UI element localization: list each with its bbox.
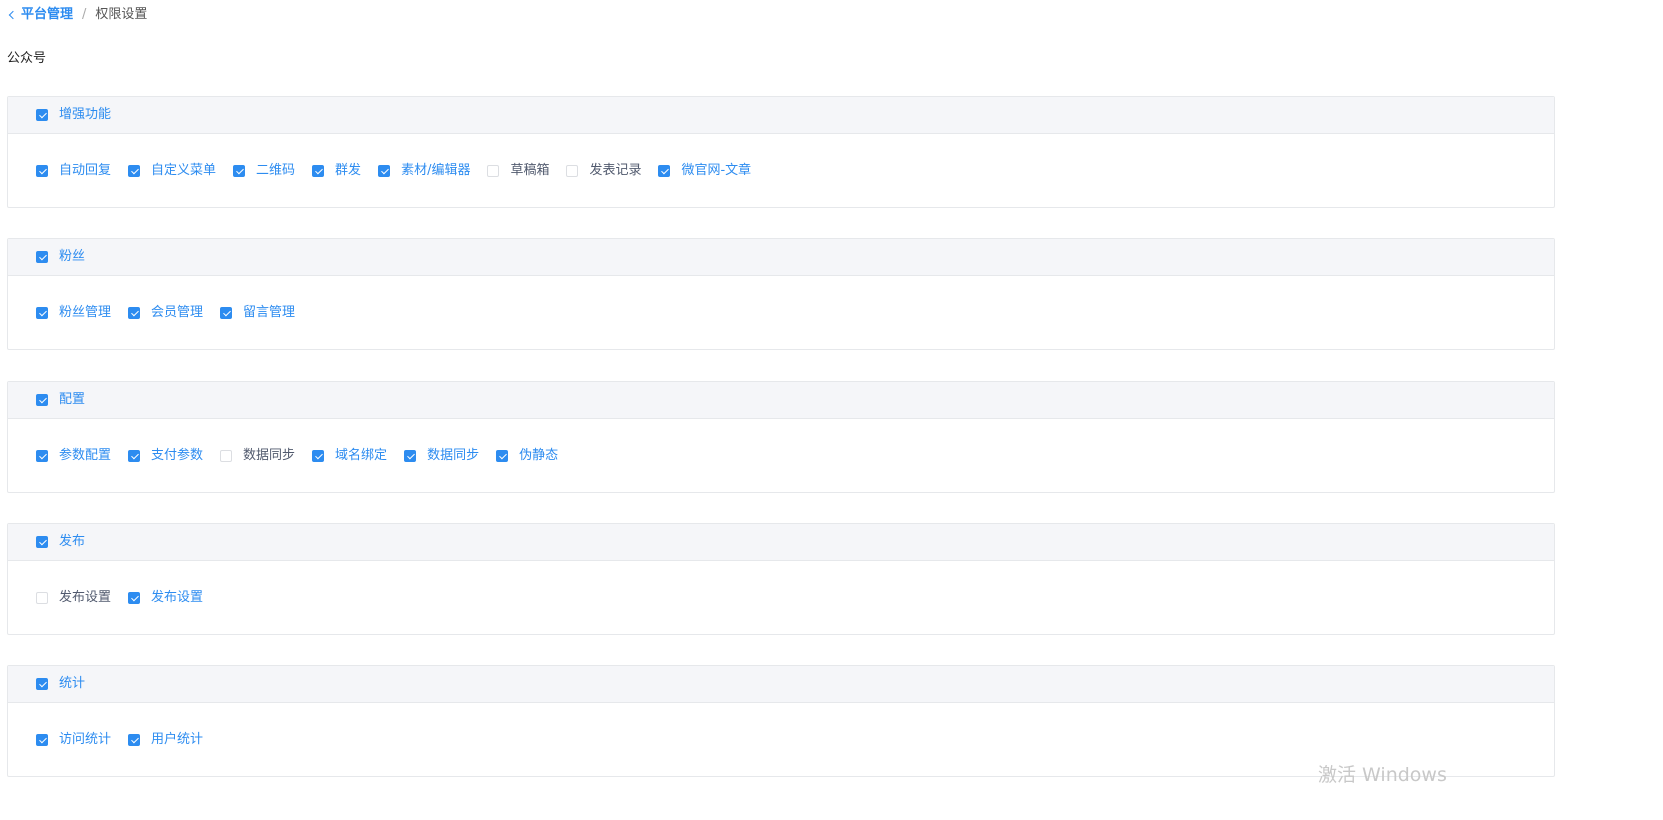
checkbox-label: 访问统计 xyxy=(59,732,112,747)
checkbox-checked[interactable] xyxy=(36,450,48,462)
checkbox-checked[interactable] xyxy=(36,536,48,548)
windows-activation-watermark: 激活 Windows xyxy=(1318,764,1447,786)
checkbox-checked[interactable] xyxy=(496,450,509,462)
permission-checkbox[interactable]: 草稿箱 xyxy=(487,162,549,180)
checkbox-unchecked[interactable] xyxy=(220,450,233,462)
breadcrumb: 平台管理 / 权限设置 xyxy=(8,6,147,24)
checkbox-checked[interactable] xyxy=(233,165,246,177)
permission-checkbox[interactable]: 群发 xyxy=(312,162,361,180)
permission-group-header: 粉丝 xyxy=(8,239,1554,276)
permission-checkbox[interactable]: 支付参数 xyxy=(128,447,203,465)
permission-group-header: 发布 xyxy=(8,524,1554,561)
permission-checkbox[interactable]: 自动回复 xyxy=(36,162,111,180)
permission-group-header: 统计 xyxy=(8,666,1554,703)
checkbox-label: 发布设置 xyxy=(59,590,112,605)
checkbox-label: 数据同步 xyxy=(427,448,480,463)
checkbox-checked[interactable] xyxy=(312,165,325,177)
checkbox-label: 草稿箱 xyxy=(510,163,550,178)
checkbox-checked[interactable] xyxy=(128,734,141,746)
checkbox-label: 会员管理 xyxy=(151,305,204,320)
permission-group-header: 配置 xyxy=(8,382,1554,419)
permission-checkbox[interactable]: 素材/编辑器 xyxy=(378,162,470,180)
permission-checkbox[interactable]: 数据同步 xyxy=(220,447,295,465)
group-select-all-checkbox[interactable]: 统计 xyxy=(36,675,85,693)
checkbox-checked[interactable] xyxy=(658,165,671,177)
checkbox-label: 微官网-文章 xyxy=(681,163,752,178)
permission-checkbox[interactable]: 域名绑定 xyxy=(312,447,387,465)
permission-group-body: 自动回复 自定义菜单 二维码 群发 素材/编辑器 草稿箱 发表记录 微官网-文章 xyxy=(8,134,1554,208)
permission-group-body: 粉丝管理 会员管理 留言管理 xyxy=(8,276,1554,350)
group-select-all-checkbox[interactable]: 发布 xyxy=(36,533,85,551)
permission-checkbox[interactable]: 伪静态 xyxy=(496,447,558,465)
permission-checkbox[interactable]: 参数配置 xyxy=(36,447,111,465)
checkbox-checked[interactable] xyxy=(128,592,141,604)
checkbox-checked[interactable] xyxy=(36,165,48,177)
group-select-all-checkbox[interactable]: 配置 xyxy=(36,391,85,409)
breadcrumb-link-platform-management[interactable]: 平台管理 xyxy=(21,6,73,24)
checkbox-checked[interactable] xyxy=(128,450,141,462)
checkbox-label: 自动回复 xyxy=(59,163,112,178)
checkbox-label: 粉丝 xyxy=(59,249,86,264)
permission-group-header: 增强功能 xyxy=(8,97,1554,134)
checkbox-label: 二维码 xyxy=(256,163,296,178)
checkbox-label: 发布 xyxy=(59,534,86,549)
checkbox-checked[interactable] xyxy=(36,734,48,746)
checkbox-label: 留言管理 xyxy=(243,305,296,320)
checkbox-label: 统计 xyxy=(59,676,86,691)
checkbox-label: 配置 xyxy=(59,392,86,407)
permission-settings-page: 平台管理 / 权限设置 公众号 增强功能自动回复 自定义菜单 二维码 群发 素材/编辑器… xyxy=(0,0,1663,820)
checkbox-label: 参数配置 xyxy=(59,448,112,463)
checkbox-checked[interactable] xyxy=(36,678,48,690)
checkbox-checked[interactable] xyxy=(220,307,233,319)
checkbox-checked[interactable] xyxy=(36,109,48,121)
permission-checkbox[interactable]: 数据同步 xyxy=(404,447,479,465)
checkbox-label: 数据同步 xyxy=(243,448,296,463)
checkbox-label: 用户统计 xyxy=(151,732,204,747)
checkbox-unchecked[interactable] xyxy=(487,165,500,177)
permission-group: 增强功能自动回复 自定义菜单 二维码 群发 素材/编辑器 草稿箱 发表记录 微官网-文章 xyxy=(7,96,1555,208)
permission-group-body: 参数配置 支付参数 数据同步 域名绑定 数据同步 伪静态 xyxy=(8,419,1554,493)
permission-checkbox[interactable]: 留言管理 xyxy=(220,304,295,322)
checkbox-checked[interactable] xyxy=(36,394,48,406)
permission-checkbox[interactable]: 二维码 xyxy=(233,162,295,180)
checkbox-label: 素材/编辑器 xyxy=(401,163,471,178)
breadcrumb-current: 权限设置 xyxy=(95,7,148,22)
checkbox-label: 域名绑定 xyxy=(335,448,388,463)
breadcrumb-separator: / xyxy=(82,7,87,22)
permission-group-body: 发布设置 发布设置 xyxy=(8,561,1554,635)
page-title: 公众号 xyxy=(7,51,47,66)
checkbox-checked[interactable] xyxy=(36,307,48,319)
permission-checkbox[interactable]: 粉丝管理 xyxy=(36,304,111,322)
permission-checkbox[interactable]: 访问统计 xyxy=(36,731,111,749)
permission-checkbox[interactable]: 用户统计 xyxy=(128,731,203,749)
checkbox-label: 粉丝管理 xyxy=(59,305,112,320)
checkbox-label: 群发 xyxy=(335,163,362,178)
checkbox-unchecked[interactable] xyxy=(36,592,48,604)
checkbox-label: 发表记录 xyxy=(589,163,642,178)
checkbox-label: 伪静态 xyxy=(519,448,559,463)
checkbox-checked[interactable] xyxy=(312,450,325,462)
checkbox-checked[interactable] xyxy=(128,165,141,177)
checkbox-checked[interactable] xyxy=(36,251,48,263)
permission-checkbox[interactable]: 会员管理 xyxy=(128,304,203,322)
permission-group: 粉丝粉丝管理 会员管理 留言管理 xyxy=(7,238,1555,350)
checkbox-checked[interactable] xyxy=(128,307,141,319)
permission-checkbox[interactable]: 发表记录 xyxy=(566,162,641,180)
checkbox-label: 自定义菜单 xyxy=(151,163,217,178)
permission-checkbox[interactable]: 微官网-文章 xyxy=(658,162,751,180)
checkbox-label: 增强功能 xyxy=(59,107,112,122)
permission-checkbox[interactable]: 发布设置 xyxy=(128,589,203,607)
checkbox-checked[interactable] xyxy=(404,450,417,462)
permission-checkbox[interactable]: 发布设置 xyxy=(36,589,111,607)
permission-group: 发布发布设置 发布设置 xyxy=(7,523,1555,635)
chevron-left-icon[interactable] xyxy=(8,10,18,20)
checkbox-unchecked[interactable] xyxy=(566,165,579,177)
group-select-all-checkbox[interactable]: 增强功能 xyxy=(36,106,111,124)
permission-group: 配置参数配置 支付参数 数据同步 域名绑定 数据同步 伪静态 xyxy=(7,381,1555,493)
checkbox-label: 发布设置 xyxy=(151,590,204,605)
permission-checkbox[interactable]: 自定义菜单 xyxy=(128,162,216,180)
group-select-all-checkbox[interactable]: 粉丝 xyxy=(36,248,85,266)
checkbox-checked[interactable] xyxy=(378,165,391,177)
checkbox-label: 支付参数 xyxy=(151,448,204,463)
